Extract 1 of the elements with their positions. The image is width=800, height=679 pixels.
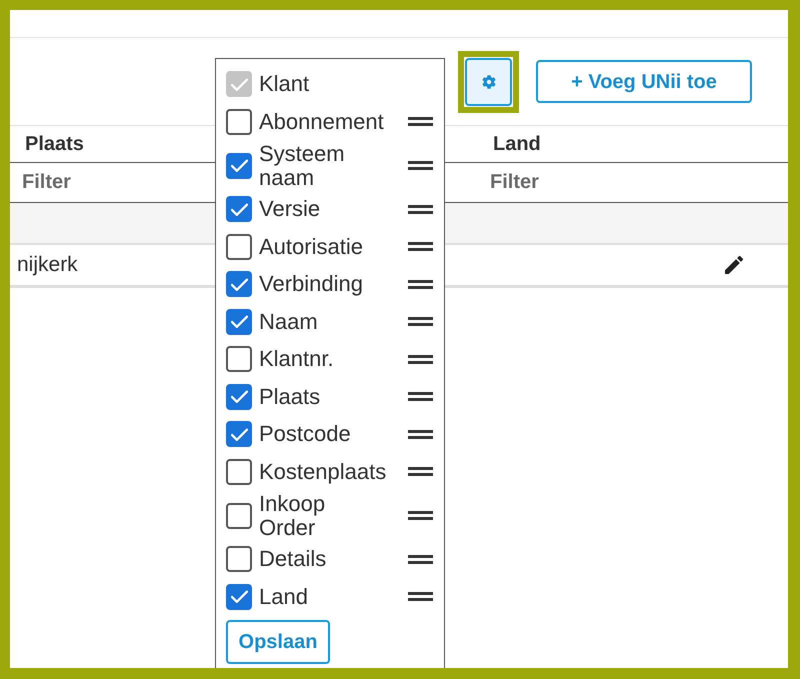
table-cell: nijkerk <box>17 253 78 276</box>
